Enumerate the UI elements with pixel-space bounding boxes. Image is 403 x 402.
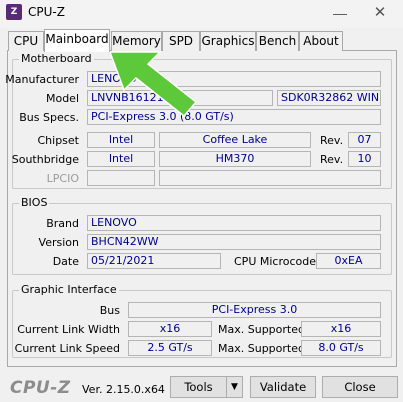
max-link-width-value: x16 bbox=[301, 321, 381, 337]
current-link-speed-label: Current Link Speed bbox=[14, 342, 120, 355]
bios-date-value: 05/21/2021 bbox=[87, 253, 221, 269]
lpcio-vendor-value bbox=[87, 170, 155, 186]
lpcio-model-value bbox=[159, 170, 381, 186]
cpuz-logo: CPU-Z bbox=[10, 378, 71, 398]
chipset-rev-label: Rev. bbox=[320, 134, 344, 147]
cpuz-app-icon: Z bbox=[6, 4, 22, 20]
bus-specs-value: PCI-Express 3.0 (8.0 GT/s) bbox=[87, 109, 381, 125]
bios-brand-value: LENOVO bbox=[87, 215, 381, 231]
tab-memory[interactable]: Memory bbox=[111, 31, 162, 51]
current-link-width-label: Current Link Width bbox=[17, 323, 120, 336]
lpcio-label: LPCIO bbox=[46, 172, 79, 185]
validate-button[interactable]: Validate bbox=[250, 376, 316, 398]
tab-spd[interactable]: SPD bbox=[162, 31, 200, 51]
motherboard-group-title: Motherboard bbox=[19, 52, 94, 65]
bios-brand-label: Brand bbox=[46, 217, 79, 230]
cpu-microcode-label: CPU Microcode bbox=[234, 255, 316, 268]
chipset-model-value: Coffee Lake bbox=[159, 132, 311, 148]
cpu-microcode-value: 0xEA bbox=[316, 253, 381, 269]
model-value: LNVNB161216 bbox=[87, 90, 273, 106]
bios-date-label: Date bbox=[52, 255, 79, 268]
model-revision-value: SDK0R32862 WIN bbox=[277, 90, 381, 106]
bus-specs-label: Bus Specs. bbox=[19, 111, 79, 124]
southbridge-vendor-value: Intel bbox=[87, 151, 155, 167]
version-label: Ver. 2.15.0.x64 bbox=[82, 383, 165, 396]
minimize-button[interactable]: — bbox=[322, 2, 358, 24]
tab-cpu[interactable]: CPU bbox=[8, 31, 44, 51]
graphic-interface-group-title: Graphic Interface bbox=[19, 283, 119, 296]
title-bar: Z CPU-Z — ✕ bbox=[0, 0, 403, 28]
bios-version-value: BHCN42WW bbox=[87, 234, 381, 250]
tools-dropdown-icon[interactable]: ▼ bbox=[226, 376, 243, 398]
gi-bus-value: PCI-Express 3.0 bbox=[128, 302, 381, 318]
tab-about[interactable]: About bbox=[299, 31, 343, 51]
manufacturer-label: Manufacturer bbox=[5, 73, 79, 86]
model-label: Model bbox=[45, 92, 79, 105]
southbridge-label: Southbridge bbox=[11, 153, 79, 166]
current-link-speed-value: 2.5 GT/s bbox=[128, 340, 212, 356]
chipset-rev-value: 07 bbox=[348, 132, 381, 148]
tab-bench[interactable]: Bench bbox=[256, 31, 299, 51]
max-link-speed-value: 8.0 GT/s bbox=[301, 340, 381, 356]
tab-graphics[interactable]: Graphics bbox=[200, 31, 256, 51]
max-link-width-label: Max. Supported bbox=[218, 323, 305, 336]
manufacturer-value: LENOVO bbox=[87, 71, 381, 87]
close-window-button[interactable]: ✕ bbox=[362, 2, 398, 24]
southbridge-rev-value: 10 bbox=[348, 151, 381, 167]
tab-mainboard[interactable]: Mainboard bbox=[44, 29, 110, 52]
bios-version-label: Version bbox=[38, 236, 79, 249]
gi-bus-label: Bus bbox=[99, 304, 120, 317]
max-link-speed-label: Max. Supported bbox=[218, 342, 305, 355]
southbridge-rev-label: Rev. bbox=[320, 153, 344, 166]
current-link-width-value: x16 bbox=[128, 321, 212, 337]
tools-button[interactable]: Tools bbox=[170, 376, 227, 398]
chipset-label: Chipset bbox=[37, 134, 79, 147]
southbridge-model-value: HM370 bbox=[159, 151, 311, 167]
bios-group-title: BIOS bbox=[19, 196, 50, 209]
window-title: CPU-Z bbox=[28, 5, 65, 19]
close-button[interactable]: Close bbox=[322, 376, 398, 398]
chipset-vendor-value: Intel bbox=[87, 132, 155, 148]
